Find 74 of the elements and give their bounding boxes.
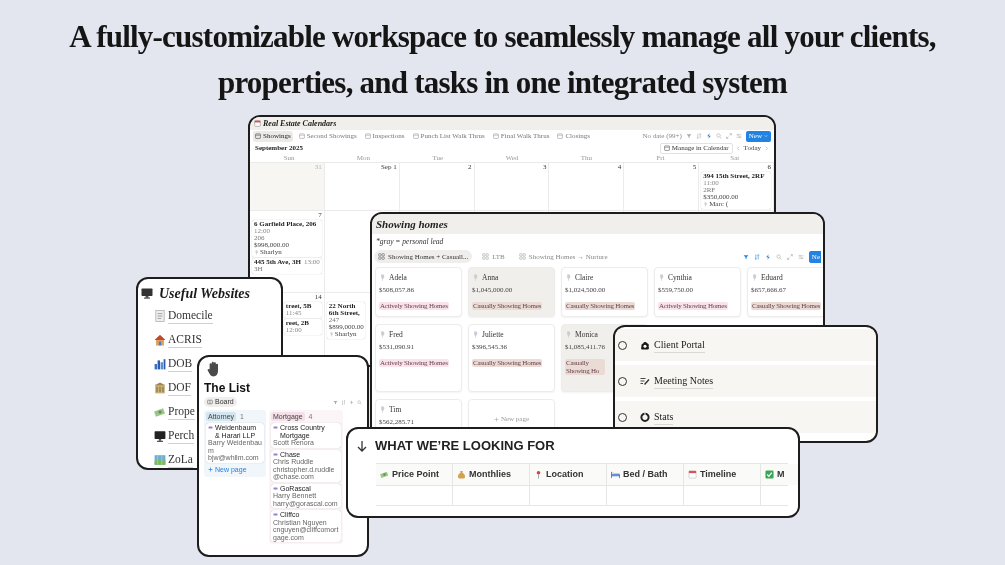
page-link[interactable]: Meeting Notes — [654, 373, 714, 389]
plus-icon — [208, 467, 213, 472]
plus-icon — [493, 416, 499, 422]
page-link[interactable]: Stats — [654, 409, 674, 425]
calendar-icon — [688, 470, 697, 479]
column-header: Monthlies — [469, 467, 511, 481]
calendar-icon — [364, 133, 371, 139]
search-icon — [715, 133, 722, 139]
bolt-icon — [705, 133, 712, 139]
column-header: Bed / Bath — [623, 467, 668, 481]
gallery-icon — [518, 253, 526, 261]
pin-icon — [534, 470, 543, 479]
expand-icon — [725, 133, 732, 139]
website-link[interactable]: Domecile — [168, 308, 213, 324]
sort-icon — [695, 133, 702, 139]
board-icon — [207, 399, 213, 405]
chevron-right-icon — [764, 145, 769, 151]
monitor-icon — [154, 430, 166, 442]
calendar-icon — [492, 133, 499, 139]
search-icon — [357, 399, 362, 405]
calendar-icon — [663, 145, 670, 151]
check-icon — [765, 470, 774, 479]
money-icon — [154, 406, 166, 418]
filter-icon — [742, 253, 749, 260]
bolt-icon — [349, 399, 354, 405]
arrow-down-icon — [357, 440, 367, 452]
money-icon — [380, 470, 389, 479]
search-icon — [775, 253, 782, 260]
document-icon — [154, 310, 166, 322]
website-link[interactable]: ZoLa — [168, 452, 193, 468]
column-header: Timeline — [700, 467, 737, 481]
page-title: The List — [204, 381, 250, 395]
window-title: Showing homes — [376, 216, 448, 232]
website-link[interactable]: DOF — [168, 380, 191, 396]
filter-icon — [685, 133, 692, 139]
column-header: Price Point — [392, 467, 439, 481]
bolt-icon — [764, 253, 771, 260]
section-title: WHAT WE’RE LOOKING FOR — [375, 437, 555, 456]
page-link[interactable]: Client Portal — [654, 337, 705, 353]
calendar-icon — [557, 133, 564, 139]
website-link[interactable]: DOB — [168, 356, 193, 372]
chevron-left-icon — [735, 145, 741, 151]
website-link[interactable]: Prope — [168, 404, 195, 420]
column-header: Location — [546, 467, 584, 481]
calendar-icon — [298, 133, 305, 139]
gallery-icon — [378, 253, 385, 261]
settings-icon — [797, 253, 804, 260]
column-header: M — [777, 467, 785, 481]
expand-icon — [786, 253, 793, 260]
calendar-icon — [255, 133, 261, 139]
website-link[interactable]: ACRIS — [168, 332, 202, 348]
bar-chart-icon — [154, 358, 166, 370]
sort-icon — [753, 253, 760, 260]
window-title: Real Estate Calendars — [263, 118, 337, 129]
calendar-icon — [254, 120, 261, 127]
window-title: Useful Websites — [159, 285, 250, 303]
notes-icon — [640, 376, 650, 386]
money-bag-icon — [457, 470, 466, 479]
sort-icon — [341, 399, 346, 405]
monitor-icon — [141, 288, 153, 299]
website-link[interactable]: Perch — [168, 428, 195, 444]
gallery-icon — [482, 253, 490, 261]
building-icon — [154, 382, 166, 394]
caret-icon — [764, 134, 768, 138]
house-icon — [154, 334, 166, 346]
filter-icon — [333, 399, 338, 405]
map-icon — [154, 454, 166, 466]
headline: A fully-customizable workspace to seamlessly manage all your clients, properties, and tasks in one integrated system — [68, 18, 937, 102]
blob-icon — [640, 340, 650, 350]
calendar-icon — [412, 133, 419, 139]
settings-icon — [735, 133, 742, 139]
hand-icon — [207, 361, 221, 377]
pie-chart-icon — [640, 412, 650, 422]
bed-icon — [611, 470, 620, 479]
